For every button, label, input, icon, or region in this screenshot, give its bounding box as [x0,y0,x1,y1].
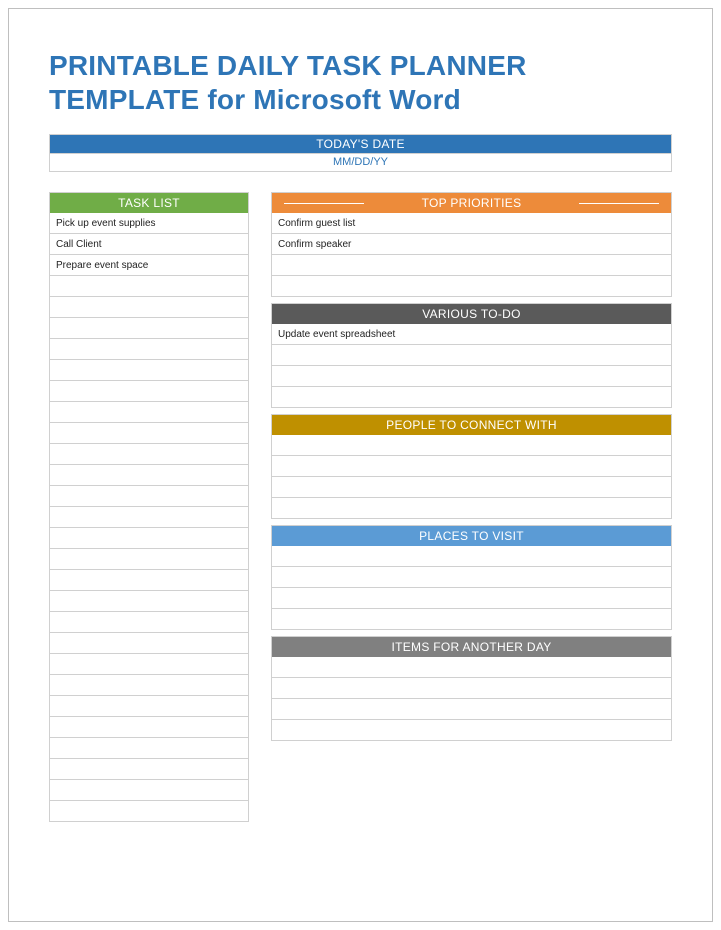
various-todo-row[interactable] [271,387,672,408]
task-list-row[interactable] [49,486,249,507]
title-line-1: PRINTABLE DAILY TASK PLANNER [49,50,527,81]
items-another-day-row[interactable] [271,657,672,678]
top-priorities-header: TOP PRIORITIES [271,192,672,213]
task-list-row[interactable] [49,801,249,822]
places-visit-row[interactable] [271,588,672,609]
places-visit-section: PLACES TO VISIT [271,525,672,630]
top-priorities-row[interactable] [271,255,672,276]
task-list-row[interactable] [49,654,249,675]
task-list-header: TASK LIST [49,192,249,213]
task-list-row[interactable] [49,318,249,339]
task-list-row[interactable] [49,402,249,423]
date-value[interactable]: MM/DD/YY [49,154,672,172]
various-todo-header: VARIOUS TO-DO [271,303,672,324]
task-list-row[interactable] [49,381,249,402]
items-another-day-header: ITEMS FOR ANOTHER DAY [271,636,672,657]
task-list-row[interactable]: Prepare event space [49,255,249,276]
title-line-2: TEMPLATE for Microsoft Word [49,84,461,115]
task-list-row[interactable] [49,759,249,780]
task-list-row[interactable] [49,570,249,591]
people-connect-row[interactable] [271,435,672,456]
various-todo-section: VARIOUS TO-DO Update event spreadsheet [271,303,672,408]
top-priorities-row[interactable]: Confirm guest list [271,213,672,234]
task-list-row[interactable] [49,549,249,570]
task-list-row[interactable] [49,297,249,318]
task-list-section: TASK LIST Pick up event suppliesCall Cli… [49,192,249,822]
items-another-day-row[interactable] [271,678,672,699]
date-header: TODAY'S DATE [49,134,672,154]
task-list-row[interactable] [49,612,249,633]
page-title: PRINTABLE DAILY TASK PLANNER TEMPLATE fo… [49,49,672,116]
items-another-day-section: ITEMS FOR ANOTHER DAY [271,636,672,741]
task-list-row[interactable]: Call Client [49,234,249,255]
task-list-row[interactable] [49,528,249,549]
top-priorities-section: TOP PRIORITIES Confirm guest listConfirm… [271,192,672,297]
various-todo-row[interactable]: Update event spreadsheet [271,324,672,345]
various-todo-row[interactable] [271,366,672,387]
items-another-day-row[interactable] [271,699,672,720]
task-list-row[interactable] [49,717,249,738]
task-list-row[interactable] [49,633,249,654]
task-list-row[interactable] [49,423,249,444]
people-connect-row[interactable] [271,456,672,477]
task-list-row[interactable] [49,360,249,381]
places-visit-row[interactable] [271,546,672,567]
right-column: TOP PRIORITIES Confirm guest listConfirm… [271,192,672,822]
task-list-row[interactable] [49,339,249,360]
task-list-row[interactable] [49,276,249,297]
people-connect-header: PEOPLE TO CONNECT WITH [271,414,672,435]
task-list-row[interactable] [49,738,249,759]
various-todo-row[interactable] [271,345,672,366]
people-connect-row[interactable] [271,498,672,519]
task-list-row[interactable] [49,507,249,528]
task-list-row[interactable] [49,696,249,717]
people-connect-section: PEOPLE TO CONNECT WITH [271,414,672,519]
task-list-row[interactable] [49,675,249,696]
places-visit-header: PLACES TO VISIT [271,525,672,546]
top-priorities-row[interactable]: Confirm speaker [271,234,672,255]
top-priorities-row[interactable] [271,276,672,297]
task-list-row[interactable] [49,591,249,612]
task-list-row[interactable] [49,444,249,465]
date-block: TODAY'S DATE MM/DD/YY [49,134,672,172]
planner-page: PRINTABLE DAILY TASK PLANNER TEMPLATE fo… [8,8,713,922]
task-list-row[interactable]: Pick up event supplies [49,213,249,234]
columns: TASK LIST Pick up event suppliesCall Cli… [49,192,672,822]
places-visit-row[interactable] [271,567,672,588]
places-visit-row[interactable] [271,609,672,630]
task-list-row[interactable] [49,780,249,801]
task-list-row[interactable] [49,465,249,486]
items-another-day-row[interactable] [271,720,672,741]
task-list-column: TASK LIST Pick up event suppliesCall Cli… [49,192,249,822]
people-connect-row[interactable] [271,477,672,498]
